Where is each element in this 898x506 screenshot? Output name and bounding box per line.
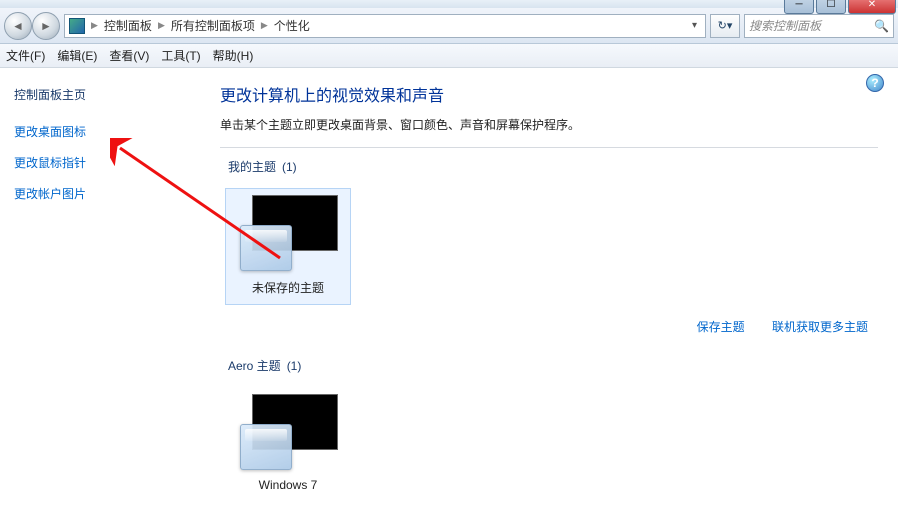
window-preview: [240, 424, 292, 470]
page-title: 更改计算机上的视觉效果和声音: [220, 82, 878, 106]
theme-tile-unsaved[interactable]: 未保存的主题: [225, 188, 351, 305]
theme-thumbnail: [238, 394, 338, 470]
divider: [220, 147, 878, 148]
address-bar[interactable]: ▶ 控制面板 ▶ 所有控制面板项 ▶ 个性化 ▾: [64, 14, 706, 38]
section-my-themes-count: (1): [282, 160, 297, 174]
minimize-button[interactable]: ─: [784, 0, 814, 14]
nav-row: ◄ ► ▶ 控制面板 ▶ 所有控制面板项 ▶ 个性化 ▾ ↻▾ 搜索控制面板 🔍: [0, 8, 898, 44]
menu-view[interactable]: 查看(V): [109, 47, 149, 64]
content-area: ? 更改计算机上的视觉效果和声音 单击某个主题立即更改桌面背景、窗口颜色、声音和…: [200, 68, 898, 504]
menu-edit[interactable]: 编辑(E): [57, 47, 97, 64]
titlebar: ─ ☐ ✕: [0, 0, 898, 8]
help-icon[interactable]: ?: [866, 74, 884, 92]
search-placeholder: 搜索控制面板: [749, 17, 821, 34]
refresh-button[interactable]: ↻▾: [710, 14, 740, 38]
sidebar-link-desktop-icons[interactable]: 更改桌面图标: [14, 123, 186, 140]
theme-tile-windows7[interactable]: Windows 7: [225, 387, 351, 501]
window-controls: ─ ☐ ✕: [784, 0, 896, 14]
sidebar-home[interactable]: 控制面板主页: [14, 86, 186, 103]
section-my-themes-label: 我的主题: [228, 158, 276, 175]
window-preview: [240, 225, 292, 271]
forward-button[interactable]: ►: [32, 12, 60, 40]
menu-help[interactable]: 帮助(H): [213, 47, 254, 64]
chevron-right-icon: ▶: [261, 20, 268, 31]
theme-thumbnail: [238, 195, 338, 271]
theme-label: 未保存的主题: [230, 279, 346, 296]
search-input[interactable]: 搜索控制面板 🔍: [744, 14, 894, 38]
breadcrumb-seg-1[interactable]: 控制面板: [104, 17, 152, 34]
theme-label: Windows 7: [230, 478, 346, 492]
menu-file[interactable]: 文件(F): [6, 47, 45, 64]
more-themes-link[interactable]: 联机获取更多主题: [772, 320, 868, 334]
section-aero-themes-header: Aero 主题 (1): [220, 351, 878, 382]
chevron-right-icon: ▶: [158, 20, 165, 31]
menu-bar: 文件(F) 编辑(E) 查看(V) 工具(T) 帮助(H): [0, 44, 898, 68]
sidebar-link-account-picture[interactable]: 更改帐户图片: [14, 185, 186, 202]
section-aero-themes-count: (1): [287, 359, 302, 373]
search-icon[interactable]: 🔍: [874, 19, 889, 33]
section-my-themes-header: 我的主题 (1): [220, 152, 878, 183]
page-subtitle: 单击某个主题立即更改桌面背景、窗口颜色、声音和屏幕保护程序。: [220, 116, 878, 133]
sidebar-link-mouse-pointer[interactable]: 更改鼠标指针: [14, 154, 186, 171]
aero-themes-list: Windows 7: [220, 382, 878, 506]
address-dropdown-icon[interactable]: ▾: [688, 20, 701, 31]
my-themes-list: 未保存的主题: [220, 183, 878, 310]
close-button[interactable]: ✕: [848, 0, 896, 14]
save-theme-link[interactable]: 保存主题: [697, 320, 745, 334]
chevron-right-icon: ▶: [91, 20, 98, 31]
breadcrumb-seg-2[interactable]: 所有控制面板项: [171, 17, 255, 34]
section-aero-themes-label: Aero 主题: [228, 357, 281, 374]
theme-action-links: 保存主题 联机获取更多主题: [220, 310, 878, 351]
menu-tools[interactable]: 工具(T): [161, 47, 200, 64]
main-area: 控制面板主页 更改桌面图标 更改鼠标指针 更改帐户图片 ? 更改计算机上的视觉效…: [0, 68, 898, 504]
maximize-button[interactable]: ☐: [816, 0, 846, 14]
back-button[interactable]: ◄: [4, 12, 32, 40]
sidebar: 控制面板主页 更改桌面图标 更改鼠标指针 更改帐户图片: [0, 68, 200, 504]
breadcrumb-seg-3[interactable]: 个性化: [274, 17, 310, 34]
control-panel-icon: [69, 18, 85, 34]
